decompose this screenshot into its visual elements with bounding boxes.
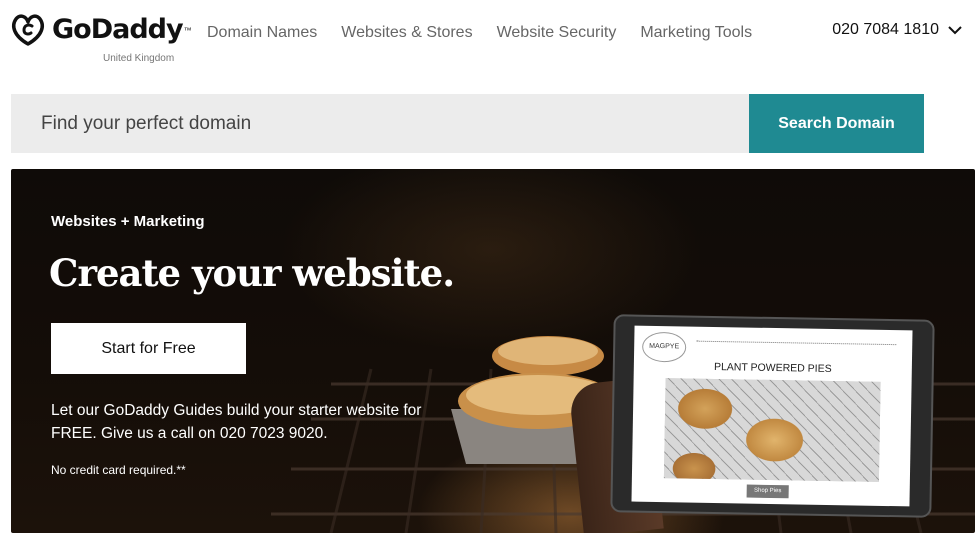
mockup-site-nav	[696, 340, 897, 348]
hero-title: Create your website.	[49, 251, 455, 295]
search-domain-button[interactable]: Search Domain	[749, 94, 924, 153]
region-label: United Kingdom	[103, 53, 175, 64]
nav-item-domain-names[interactable]: Domain Names	[207, 22, 317, 44]
hero-eyebrow: Websites + Marketing	[51, 213, 205, 230]
hero-description: Let our GoDaddy Guides build your starte…	[51, 402, 422, 442]
chevron-down-icon	[948, 26, 962, 35]
mockup-pies-photo	[663, 378, 881, 482]
phone-number: 020 7084 1810	[832, 21, 939, 38]
start-for-free-button[interactable]: Start for Free	[51, 323, 246, 374]
mockup-shop-button: Shop Pies	[746, 484, 789, 499]
mockup-site-heading: PLANT POWERED PIES	[713, 360, 832, 376]
domain-search-bar: Search Domain	[11, 94, 924, 153]
mockup-site-logo: MAGPYE	[641, 331, 687, 363]
brand-name: GoDaddy	[52, 14, 184, 45]
phone-menu[interactable]: 020 7084 1810	[832, 21, 963, 39]
godaddy-heart-icon	[12, 14, 44, 46]
hero-disclaimer: No credit card required.**	[51, 463, 186, 477]
nav-item-website-security[interactable]: Website Security	[497, 22, 617, 44]
main-nav: Domain Names Websites & Stores Website S…	[207, 22, 776, 44]
nav-item-marketing-tools[interactable]: Marketing Tools	[640, 22, 752, 44]
hero-banner: Websites + Marketing Create your website…	[11, 169, 975, 533]
nav-item-websites-stores[interactable]: Websites & Stores	[341, 22, 472, 44]
godaddy-logo[interactable]: GoDaddy ™	[10, 12, 192, 48]
brand-trademark: ™	[183, 25, 192, 35]
domain-search-input[interactable]	[11, 94, 749, 153]
tablet-mockup: MAGPYE PLANT POWERED PIES Shop Pies	[610, 314, 935, 518]
tablet-screen: MAGPYE PLANT POWERED PIES Shop Pies	[631, 325, 913, 507]
